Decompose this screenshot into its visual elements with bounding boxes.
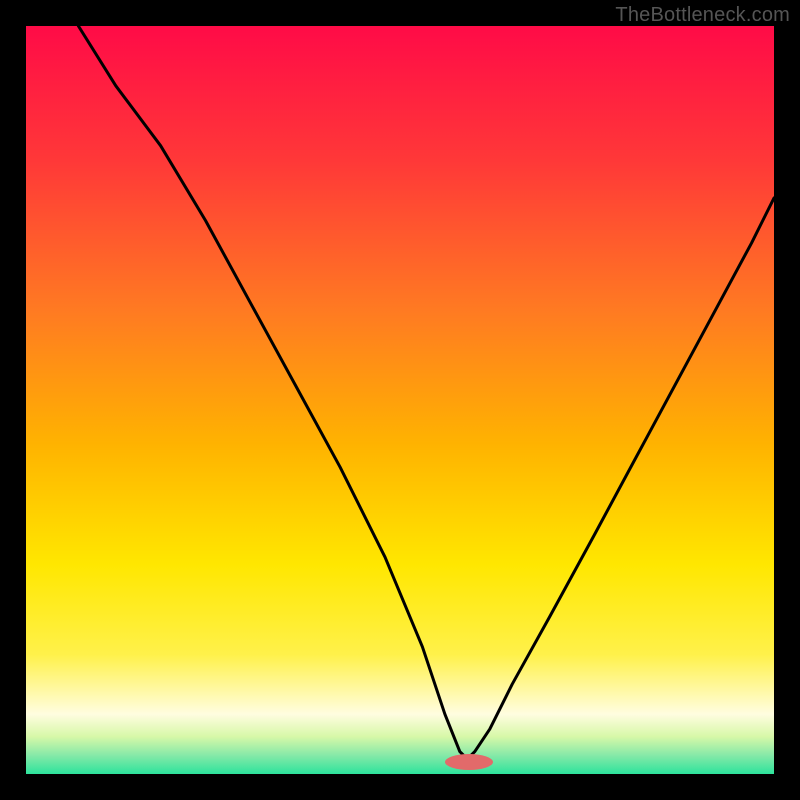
chart-frame: TheBottleneck.com <box>0 0 800 800</box>
plot-svg <box>26 26 774 774</box>
plot-area <box>26 26 774 774</box>
minimum-marker <box>445 754 493 770</box>
watermark-text: TheBottleneck.com <box>615 4 790 27</box>
gradient-bg <box>26 26 774 774</box>
